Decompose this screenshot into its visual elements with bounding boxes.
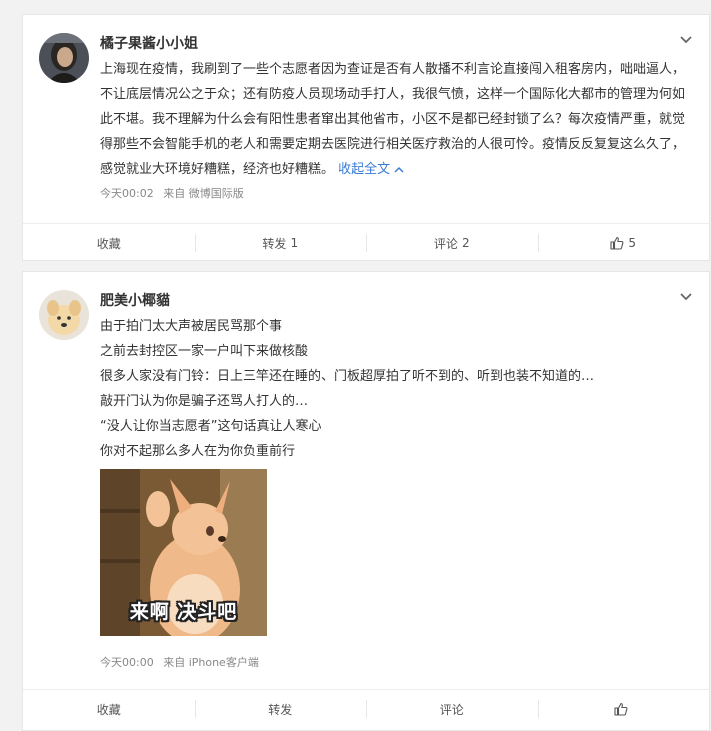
post-meta: 今天00:00 来自 iPhone客户端 — [100, 654, 259, 670]
collapse-link[interactable]: 收起全文 — [338, 162, 404, 177]
thumbs-up-icon — [614, 702, 628, 716]
post-image[interactable]: 来啊 决斗吧 — [100, 469, 267, 636]
favorite-button[interactable]: 收藏 — [23, 224, 195, 262]
chevron-down-icon[interactable] — [679, 35, 693, 45]
post-line: “没人让你当志愿者”这句话真让人寒心 — [100, 419, 322, 434]
comment-button[interactable]: 评论 — [366, 690, 538, 728]
comment-button[interactable]: 评论 2 — [366, 224, 538, 262]
thumbs-up-icon — [610, 236, 624, 250]
post-time[interactable]: 今天00:00 — [100, 656, 154, 669]
avatar[interactable] — [39, 33, 89, 83]
repost-button[interactable]: 转发 1 — [194, 224, 367, 262]
like-button[interactable] — [537, 690, 710, 728]
chevron-down-icon[interactable] — [679, 292, 693, 302]
post-line: 由于拍门太大声被居民骂那个事 — [100, 319, 283, 334]
post-line: 之前去封控区一家一户叫下来做核酸 — [100, 344, 309, 359]
post-card: 橘子果酱小小姐 上海现在疫情，我刷到了一些个志愿者因为查证是否有人散播不利言论直… — [22, 14, 710, 261]
post-line: 你对不起那么多人在为你负重前行 — [100, 444, 296, 459]
post-text: 由于拍门太大声被居民骂那个事 之前去封控区一家一户叫下来做核酸 很多人家没有门铃… — [100, 314, 693, 464]
chevron-up-icon — [394, 166, 404, 173]
comment-count: 2 — [461, 236, 470, 250]
like-button[interactable]: 5 — [537, 224, 710, 262]
repost-count: 1 — [290, 236, 299, 250]
post-time[interactable]: 今天00:02 — [100, 187, 154, 200]
favorite-button[interactable]: 收藏 — [23, 690, 195, 728]
action-bar: 收藏 转发 评论 — [23, 689, 709, 728]
author-name[interactable]: 橘子果酱小小姐 — [100, 33, 198, 53]
like-count: 5 — [628, 236, 637, 250]
avatar[interactable] — [39, 290, 89, 340]
post-card: 肥美小椰貓 由于拍门太大声被居民骂那个事 之前去封控区一家一户叫下来做核酸 很多… — [22, 271, 710, 731]
post-line: 敲开门认为你是骗子还骂人打人的… — [100, 394, 309, 409]
image-caption: 来啊 决斗吧 — [129, 601, 238, 623]
post-source: 来自 iPhone客户端 — [163, 656, 259, 669]
post-text: 上海现在疫情，我刷到了一些个志愿者因为查证是否有人散播不利言论直接闯入租客房内，… — [100, 57, 693, 182]
post-body: 上海现在疫情，我刷到了一些个志愿者因为查证是否有人散播不利言论直接闯入租客房内，… — [100, 62, 686, 177]
author-name[interactable]: 肥美小椰貓 — [100, 290, 170, 310]
post-source: 来自 微博国际版 — [163, 187, 244, 200]
action-bar: 收藏 转发 1 评论 2 5 — [23, 223, 709, 262]
post-line: 很多人家没有门铃：日上三竿还在睡的、门板超厚拍了听不到的、听到也装不知道的… — [100, 369, 595, 384]
repost-button[interactable]: 转发 — [194, 690, 367, 728]
post-meta: 今天00:02 来自 微博国际版 — [100, 185, 244, 201]
